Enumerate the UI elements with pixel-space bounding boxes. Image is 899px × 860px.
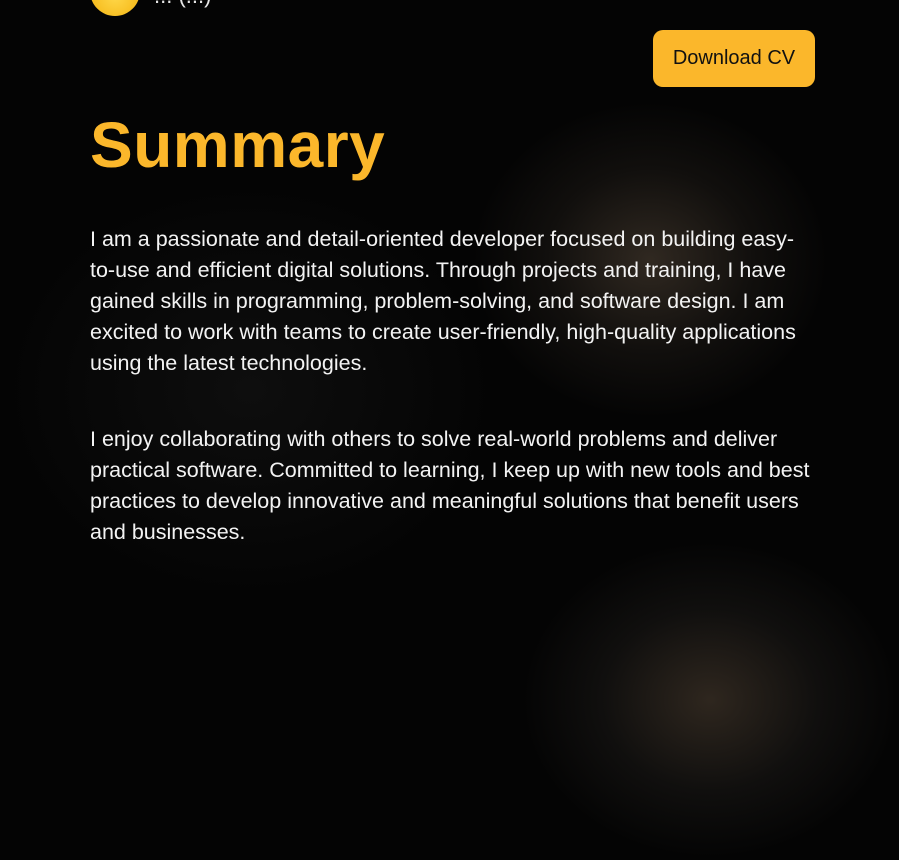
background-glow-bottom	[520, 540, 899, 860]
header-partial: ... (...)	[90, 0, 211, 16]
summary-paragraph-1: I am a passionate and detail-oriented de…	[90, 227, 796, 375]
logo-icon[interactable]	[90, 0, 140, 16]
download-cv-button[interactable]: Download CV	[653, 30, 815, 87]
section-title: Summary	[90, 109, 386, 181]
summary-paragraph-2: I enjoy collaborating with others to sol…	[90, 427, 810, 544]
header-partial-text: ... (...)	[154, 0, 211, 9]
